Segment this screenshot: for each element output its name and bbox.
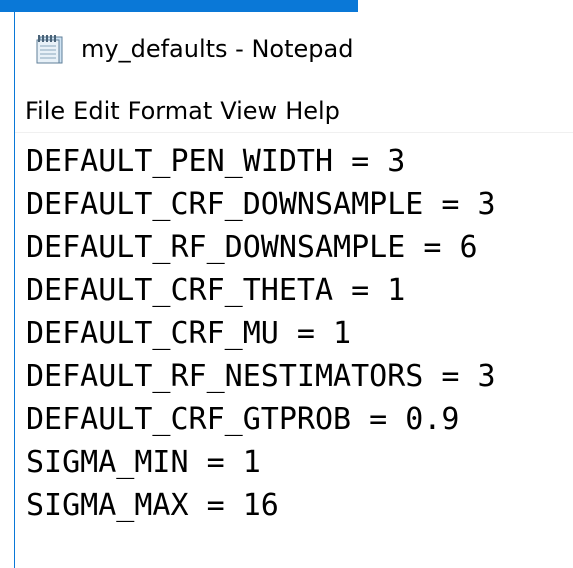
editor-line: SIGMA_MIN = 1: [26, 445, 261, 480]
editor-line: DEFAULT_CRF_THETA = 1: [26, 273, 406, 308]
menu-help[interactable]: Help: [281, 94, 344, 128]
menu-edit[interactable]: Edit: [69, 94, 123, 128]
editor-line: DEFAULT_CRF_DOWNSAMPLE = 3: [26, 187, 496, 222]
menu-view[interactable]: View: [216, 94, 281, 128]
window-title: my_defaults - Notepad: [81, 35, 354, 63]
text-editor-area[interactable]: DEFAULT_PEN_WIDTH = 3 DEFAULT_CRF_DOWNSA…: [15, 134, 573, 568]
editor-content: DEFAULT_PEN_WIDTH = 3 DEFAULT_CRF_DOWNSA…: [26, 140, 496, 527]
editor-line: DEFAULT_RF_DOWNSAMPLE = 6: [26, 230, 478, 265]
editor-line: DEFAULT_CRF_MU = 1: [26, 316, 352, 351]
editor-line: SIGMA_MAX = 16: [26, 488, 279, 523]
editor-line: DEFAULT_RF_NESTIMATORS = 3: [26, 359, 496, 394]
menu-divider: [15, 132, 573, 133]
menu-bar: File Edit Format View Help: [15, 92, 573, 130]
background-window-edge: [0, 0, 358, 12]
title-bar[interactable]: my_defaults - Notepad: [15, 12, 573, 88]
editor-line: DEFAULT_CRF_GTPROB = 0.9: [26, 402, 460, 437]
menu-file[interactable]: File: [21, 94, 69, 128]
editor-line: DEFAULT_PEN_WIDTH = 3: [26, 144, 406, 179]
notepad-icon[interactable]: [35, 31, 69, 65]
menu-format[interactable]: Format: [124, 94, 217, 128]
notepad-window: my_defaults - Notepad File Edit Format V…: [14, 12, 573, 568]
